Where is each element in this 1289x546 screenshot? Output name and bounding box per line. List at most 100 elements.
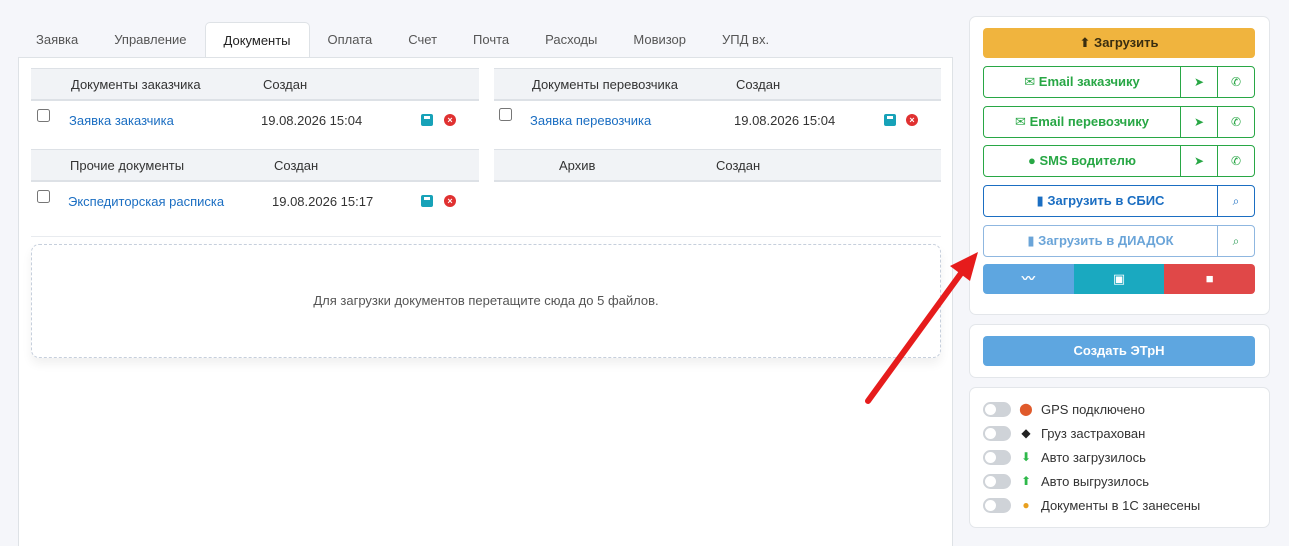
toggle-switch[interactable] (983, 473, 1011, 489)
telegram-icon[interactable]: ➤ (1180, 146, 1217, 176)
save-icon: ▣ (1112, 271, 1126, 286)
divider (31, 236, 941, 237)
shield-icon: ◆ (1021, 426, 1031, 440)
toggle-switch[interactable] (983, 425, 1011, 441)
upload-button[interactable]: ⬆ Загрузить (983, 28, 1255, 58)
column-header: Архив (559, 158, 596, 173)
status-label: Документы в 1С занесены (1041, 497, 1201, 513)
trash-icon: ■ (1205, 271, 1214, 286)
column-header-created: Создан (263, 77, 308, 92)
created-date: 19.08.2026 15:04 (261, 113, 363, 128)
status-label: Груз застрахован (1041, 425, 1146, 441)
table-header: Документы заказчика Создан (31, 68, 479, 101)
status-row: ● Документы в 1С занесены (983, 495, 1200, 515)
toggle-switch[interactable] (983, 449, 1011, 465)
upload-sbis-label: Загрузить в СБИС (1047, 193, 1165, 208)
status-row: ◆ Груз застрахован (983, 423, 1145, 443)
tab-payment[interactable]: Оплата (310, 22, 391, 58)
document-link[interactable]: Экспедиторская расписка (68, 194, 224, 209)
onec-icon: ● (1022, 498, 1030, 512)
download-icon: ⬇ (1020, 450, 1032, 464)
row-checkbox[interactable] (37, 109, 50, 122)
email-carrier-button[interactable]: ✉ Email перевозчику (984, 107, 1180, 137)
delete-button[interactable]: ■ (1164, 264, 1255, 294)
create-etrn-button[interactable]: Создать ЭТрН (983, 336, 1255, 366)
save-icon[interactable] (884, 114, 896, 126)
delete-icon[interactable]: × (906, 114, 918, 126)
tab-request[interactable]: Заявка (18, 22, 96, 58)
email-carrier-label: Email перевозчику (1029, 114, 1149, 129)
tab-expenses[interactable]: Расходы (527, 22, 615, 58)
status-row: ⬇ Авто загрузилось (983, 447, 1146, 467)
document-link[interactable]: Заявка заказчика (69, 113, 174, 128)
email-customer-label: Email заказчику (1038, 74, 1140, 89)
status-label: Авто загрузилось (1041, 449, 1146, 465)
save-icon[interactable] (421, 195, 433, 207)
upload-diadoc-label: Загрузить в ДИАДОК (1038, 233, 1174, 248)
save-icon[interactable] (421, 114, 433, 126)
chat-icon: ● (1027, 153, 1036, 168)
envelope-icon: ✉ (1015, 114, 1026, 129)
signature-button[interactable]: 〰 (983, 264, 1074, 294)
upload-icon: ⬆ (1020, 474, 1032, 488)
delete-icon[interactable]: × (444, 195, 456, 207)
email-customer-group: ✉ Email заказчику ➤ ✆ (983, 66, 1255, 98)
column-header-created: Создан (736, 77, 781, 92)
search-check-icon[interactable]: ⌕ (1217, 186, 1254, 216)
column-header: Прочие документы (70, 158, 185, 173)
pin-icon: ⬤ (1019, 402, 1033, 416)
documents-panel: Документы заказчика Создан Заявка заказч… (18, 57, 953, 546)
created-date: 19.08.2026 15:04 (734, 113, 836, 128)
upload-diadoc-button[interactable]: ▮ Загрузить в ДИАДОК (984, 226, 1217, 256)
toggle-switch[interactable] (983, 497, 1011, 513)
upload-icon: ⬆ (1079, 35, 1091, 50)
upload-sbis-button[interactable]: ▮ Загрузить в СБИС (984, 186, 1217, 216)
search-check-icon[interactable]: ⌕ (1217, 226, 1254, 256)
other-docs-table: Прочие документы Создан Экспедиторская р… (31, 149, 479, 220)
table-header: Прочие документы Создан (31, 149, 479, 182)
table-header: Архив Создан (494, 149, 941, 182)
row-checkbox[interactable] (37, 190, 50, 203)
column-header-created: Создан (716, 158, 761, 173)
action-button-row: 〰 ▣ ■ (983, 264, 1255, 294)
tab-upd-in[interactable]: УПД вх. (704, 22, 787, 58)
toggle-switch[interactable] (983, 401, 1011, 417)
status-label: GPS подключено (1041, 401, 1145, 417)
file-upload-icon: ▮ (1027, 233, 1035, 248)
sms-driver-button[interactable]: ● SMS водителю (984, 146, 1180, 176)
table-row: Экспедиторская расписка 19.08.2026 15:17… (31, 182, 479, 220)
telegram-icon[interactable]: ➤ (1180, 107, 1217, 137)
row-checkbox[interactable] (499, 108, 512, 121)
document-link[interactable]: Заявка перевозчика (530, 113, 651, 128)
table-header: Документы перевозчика Создан (494, 68, 941, 101)
status-row: ⬤ GPS подключено (983, 399, 1145, 419)
email-customer-button[interactable]: ✉ Email заказчику (984, 67, 1180, 97)
save-button[interactable]: ▣ (1073, 264, 1165, 294)
upload-label: Загрузить (1094, 35, 1159, 50)
tab-management[interactable]: Управление (96, 22, 204, 58)
sms-driver-group: ● SMS водителю ➤ ✆ (983, 145, 1255, 177)
column-header-created: Создан (274, 158, 319, 173)
sms-driver-label: SMS водителю (1039, 153, 1137, 168)
carrier-docs-table: Документы перевозчика Создан Заявка пере… (494, 68, 941, 139)
tab-movizor[interactable]: Мовизор (615, 22, 704, 58)
tab-bar: Заявка Управление Документы Оплата Счет … (18, 22, 787, 58)
tab-documents[interactable]: Документы (204, 22, 310, 58)
telegram-icon[interactable]: ➤ (1180, 67, 1217, 97)
customer-docs-table: Документы заказчика Создан Заявка заказч… (31, 68, 479, 139)
column-header: Документы заказчика (71, 77, 201, 92)
tab-mail[interactable]: Почта (455, 22, 527, 58)
email-carrier-group: ✉ Email перевозчику ➤ ✆ (983, 106, 1255, 138)
sbis-group: ▮ Загрузить в СБИС ⌕ (983, 185, 1255, 217)
created-date: 19.08.2026 15:17 (272, 194, 374, 209)
whatsapp-icon[interactable]: ✆ (1217, 107, 1254, 137)
file-dropzone[interactable]: Для загрузки документов перетащите сюда … (31, 244, 941, 358)
tab-invoice[interactable]: Счет (390, 22, 455, 58)
diadoc-group: ▮ Загрузить в ДИАДОК ⌕ (983, 225, 1255, 257)
envelope-icon: ✉ (1024, 74, 1036, 89)
status-label: Авто выгрузилось (1041, 473, 1149, 489)
whatsapp-icon[interactable]: ✆ (1217, 146, 1254, 176)
whatsapp-icon[interactable]: ✆ (1217, 67, 1254, 97)
delete-icon[interactable]: × (444, 114, 456, 126)
status-row: ⬆ Авто выгрузилось (983, 471, 1149, 491)
